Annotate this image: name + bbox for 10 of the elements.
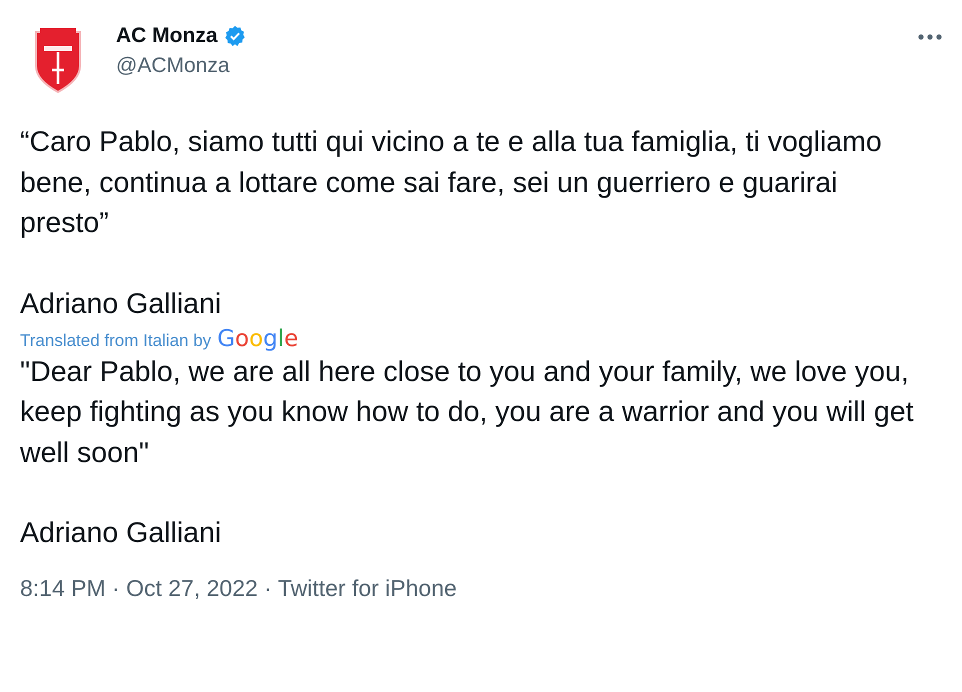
translated-text: "Dear Pablo, we are all here close to you and your family, we love you, keep fighting as you know how to do, you are a warrior and you will get well soon" [20,354,915,470]
more-options-icon[interactable] [918,34,942,40]
account-name[interactable]: AC Monza [116,24,218,48]
google-logo: Google [217,326,298,352]
timestamp[interactable]: 8:14 PM · Oct 27, 2022 · Twitter for iPhone [20,575,942,602]
signature: Adriano Galliani [20,516,222,551]
account-handle[interactable]: @ACMonza [116,54,898,78]
translation-label: Translated from Italian by [20,330,212,350]
signature: Adriano Galliani [20,286,222,322]
tweet-text: “Caro Pablo, siamo tutti qui vicino a te e alla tua famiglia, ti vogliamo bene, continua a lottare come sai fare, sei un guerriero e guarirai presto” [20,125,883,241]
